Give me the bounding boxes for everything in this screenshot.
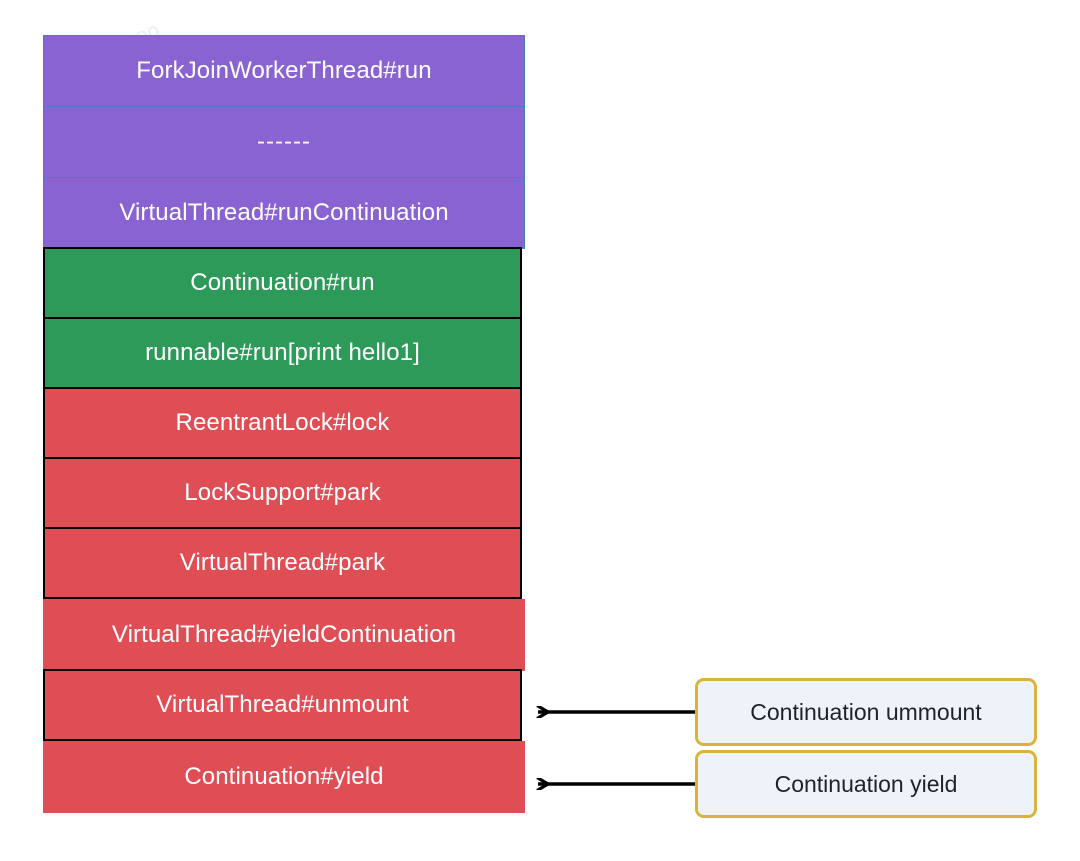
stack-frame-label: ForkJoinWorkerThread#run [136,57,432,84]
stack-frame: VirtualThread#unmount [43,669,522,741]
callout-yield-label: Continuation yield [774,770,958,797]
stack-frame-label: ------ [257,128,311,155]
callout-yield[interactable]: Continuation yield [695,750,1037,818]
stack-frame-label: VirtualThread#park [179,549,386,576]
callout-unmount[interactable]: Continuation ummount [695,678,1037,746]
stack-frame-label: VirtualThread#runContinuation [119,199,449,226]
callout-unmount-label: Continuation ummount [750,698,982,725]
stack-frame: VirtualThread#park [43,527,522,599]
stack-frame: VirtualThread#yieldContinuation [43,599,525,671]
stack-frame: ForkJoinWorkerThread#run [43,35,525,107]
stack-frame-label: ReentrantLock#lock [175,409,390,436]
stack-frame-label: VirtualThread#unmount [156,691,409,718]
stack-frame: Continuation#run [43,247,522,319]
stack-frame: ------ [43,106,525,178]
stack-frame-label: Continuation#run [190,269,375,296]
stack-frame-label: LockSupport#park [184,479,381,506]
call-stack: ForkJoinWorkerThread#run ------ VirtualThr… [43,35,525,813]
stack-frame-label: Continuation#yield [184,763,384,790]
stack-frame: Continuation#yield [43,741,525,813]
stack-frame: runnable#run[print hello1] [43,317,522,389]
call-stack-diagram: gzhi01 2099 gzhi01 2099 gzhi01 2099 gzhi… [0,0,1080,861]
stack-frame-label: VirtualThread#yieldContinuation [111,621,457,648]
stack-frame: ReentrantLock#lock [43,387,522,459]
stack-frame: VirtualThread#runContinuation [43,177,525,249]
stack-frame-label: runnable#run[print hello1] [145,339,420,366]
stack-frame: LockSupport#park [43,457,522,529]
